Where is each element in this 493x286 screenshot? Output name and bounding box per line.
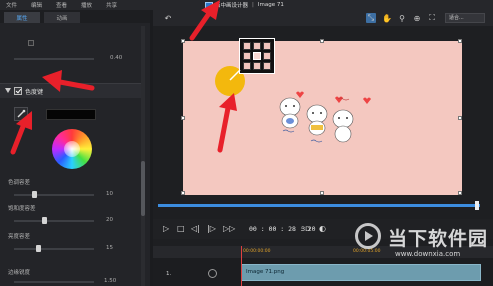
play-icon[interactable]: ▷: [163, 224, 169, 233]
saturation-tolerance-label: 饱和度容差: [8, 206, 36, 212]
fast-forward-icon[interactable]: ▷▷: [223, 224, 235, 233]
preview-scrub-knob[interactable]: [475, 201, 479, 210]
eyedropper-cursor-icon: [229, 69, 241, 81]
timeline-playhead[interactable]: [241, 246, 242, 286]
preview-scrub-bar[interactable]: [158, 204, 480, 207]
brightness-tolerance-value: 15: [106, 245, 113, 251]
top-slider-track[interactable]: [14, 58, 94, 60]
stop-icon[interactable]: □: [177, 224, 185, 233]
edge-sharpness-slider[interactable]: [14, 281, 94, 283]
picker-center-cell: [253, 52, 261, 60]
option-checkbox[interactable]: [28, 40, 34, 46]
brightness-tolerance-knob[interactable]: [36, 245, 41, 252]
zoom-select[interactable]: 适合...: [445, 13, 485, 23]
volume-icon[interactable]: ◐: [319, 224, 326, 233]
heart-1: [296, 91, 304, 98]
tab-animation[interactable]: 动画: [44, 12, 80, 23]
hand-tool-icon[interactable]: ✋: [382, 13, 392, 23]
panel-scrollbar[interactable]: [141, 26, 145, 286]
fit-icon[interactable]: ⛶: [427, 13, 437, 23]
color-wheel[interactable]: [52, 129, 92, 169]
heart-3: [363, 97, 371, 104]
watermark-title: 当下软件园: [388, 228, 489, 250]
panel-tabs: 属性 动画: [0, 10, 150, 23]
annotation-arrow-canvas: [217, 93, 237, 153]
panel-scroll-thumb[interactable]: [141, 161, 145, 216]
title-separator: |: [252, 2, 254, 8]
prev-frame-icon[interactable]: ◁|: [191, 224, 200, 233]
annotation-arrow-eyedropper: [10, 111, 32, 155]
chroma-key-checkbox[interactable]: [14, 87, 22, 95]
menu-edit[interactable]: 编辑: [31, 1, 42, 9]
saturation-tolerance-value: 20: [106, 217, 113, 223]
hue-tolerance-value: 10: [106, 191, 113, 197]
menu-share[interactable]: 共享: [106, 1, 117, 9]
watermark-logo-icon: [355, 223, 381, 249]
brightness-tolerance-label: 亮度容差: [8, 234, 31, 240]
brightness-tolerance-slider[interactable]: [14, 248, 94, 250]
hue-tolerance-label: 色调容差: [8, 180, 31, 186]
watermark: 当下软件园 www.downxia.com: [355, 223, 490, 263]
select-tool-icon[interactable]: ⤡: [366, 13, 376, 23]
track-label: 1.: [166, 271, 172, 277]
zoom-out-icon[interactable]: ⚲: [397, 13, 407, 23]
menu-view[interactable]: 查看: [56, 1, 67, 9]
annotation-arrow-chroma-key: [42, 70, 95, 92]
clip-label: Image 71.png: [246, 269, 285, 275]
edge-sharpness-label: 边缘锐度: [8, 270, 31, 276]
heart-2: [335, 96, 343, 103]
edge-sharpness-value: 1.50: [104, 278, 117, 284]
annotation-arrow-title: [189, 0, 220, 41]
expand-triangle-icon[interactable]: [5, 88, 11, 93]
menu-play[interactable]: 播放: [81, 1, 92, 9]
menu-file[interactable]: 文件: [6, 1, 17, 9]
hue-tolerance-slider[interactable]: [14, 194, 94, 196]
hue-tolerance-knob[interactable]: [32, 191, 37, 198]
track-eye-icon[interactable]: [208, 269, 217, 278]
saturation-tolerance-slider[interactable]: [14, 220, 94, 222]
saturation-tolerance-knob[interactable]: [42, 217, 47, 224]
ruler-mark-0: 00:00:00:00: [243, 249, 271, 254]
key-color-swatch[interactable]: [46, 109, 96, 120]
next-frame-icon[interactable]: |▷: [207, 224, 216, 233]
color-picker-magnifier: [239, 38, 275, 74]
timeline-clip[interactable]: Image 71.png: [241, 264, 481, 281]
tab-properties[interactable]: 属性: [4, 12, 40, 23]
zoom-in-icon[interactable]: ⊕: [412, 13, 422, 23]
3d-toggle[interactable]: 3D: [301, 225, 310, 233]
document-name: Image 71: [257, 2, 284, 8]
undo-icon[interactable]: ↶: [163, 13, 173, 23]
top-slider-value: 0.40: [110, 55, 123, 61]
watermark-url: www.downxia.com: [395, 250, 461, 258]
